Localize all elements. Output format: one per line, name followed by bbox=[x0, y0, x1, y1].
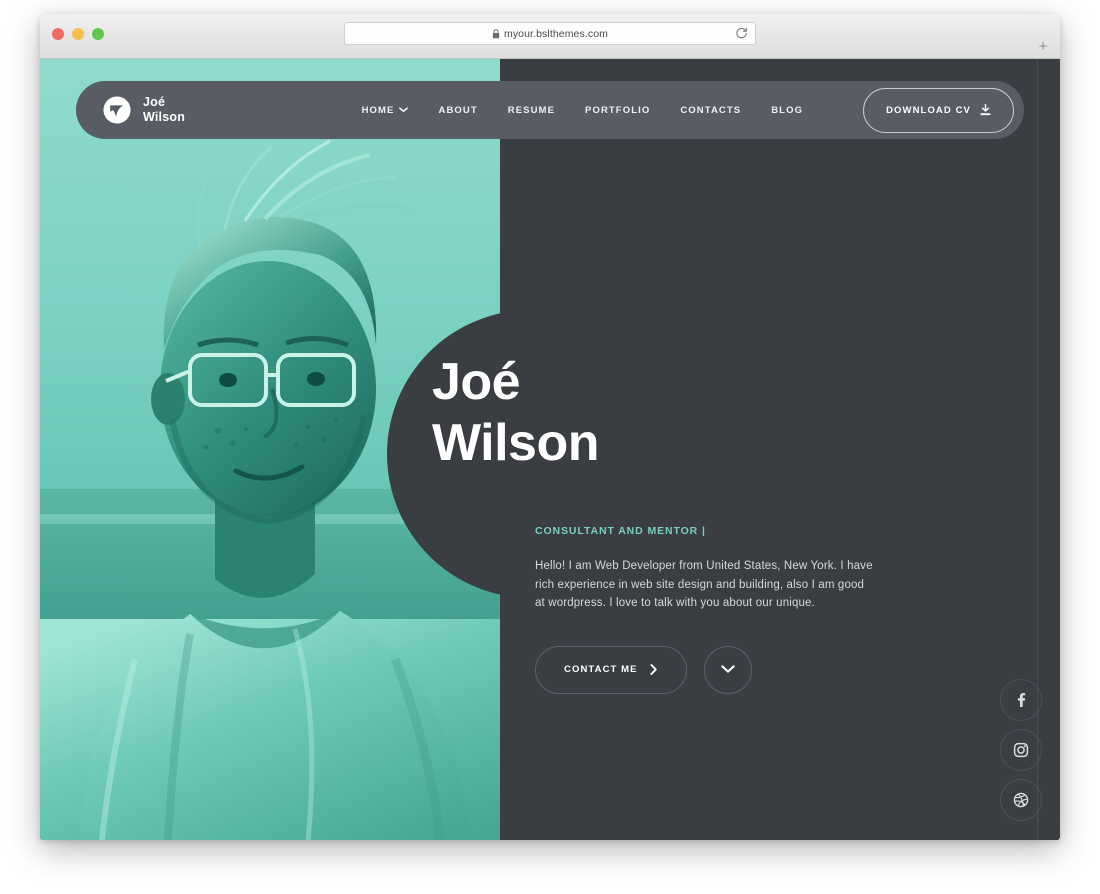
brand-swoosh-logo-icon bbox=[103, 96, 131, 124]
nav-item-portfolio[interactable]: PORTFOLIO bbox=[585, 105, 650, 116]
brand[interactable]: Joé Wilson bbox=[102, 95, 185, 125]
nav-links: HOME ABOUT RESUME PORTFOLIO CONTACTS BLO… bbox=[362, 87, 1024, 133]
chevron-down-icon bbox=[720, 665, 735, 673]
hero-name: Joé Wilson bbox=[432, 353, 599, 473]
nav-item-home[interactable]: HOME bbox=[362, 105, 409, 116]
lock-icon bbox=[492, 28, 500, 38]
hero-info: CONSULTANT AND MENTOR | Hello! I am Web … bbox=[535, 525, 875, 694]
nav-item-about[interactable]: ABOUT bbox=[438, 105, 477, 116]
url-text: myour.bslthemes.com bbox=[503, 27, 609, 40]
address-bar[interactable]: myour.bslthemes.com bbox=[344, 22, 756, 45]
contact-me-label: CONTACT ME bbox=[564, 664, 638, 675]
social-link-facebook[interactable] bbox=[1000, 679, 1042, 721]
nav-item-home-label: HOME bbox=[361, 104, 395, 116]
social-link-dribbble[interactable] bbox=[1000, 779, 1042, 821]
nav-item-resume[interactable]: RESUME bbox=[508, 105, 555, 116]
browser-window: myour.bslthemes.com + Joé Wilson HOME AB… bbox=[40, 14, 1060, 840]
brand-name: Joé Wilson bbox=[143, 95, 186, 124]
hero-description: Hello! I am Web Developer from United St… bbox=[535, 560, 873, 609]
download-cv-label: DOWNLOAD CV bbox=[886, 104, 971, 116]
hero-subtitle: CONSULTANT AND MENTOR | bbox=[535, 525, 706, 537]
page-viewport: Joé Wilson HOME ABOUT RESUME PORTFOLIO C… bbox=[40, 59, 1060, 840]
social-link-instagram[interactable] bbox=[1000, 729, 1042, 771]
nav-item-contacts[interactable]: CONTACTS bbox=[680, 105, 741, 116]
minimize-window-button[interactable] bbox=[72, 28, 84, 40]
chevron-down-icon bbox=[399, 107, 409, 113]
download-cv-button[interactable]: DOWNLOAD CV bbox=[863, 87, 1014, 133]
dribbble-icon bbox=[1013, 792, 1029, 808]
reload-icon[interactable] bbox=[735, 27, 748, 40]
contact-me-button[interactable]: CONTACT ME bbox=[535, 645, 687, 694]
chevron-right-icon bbox=[650, 664, 657, 675]
address-bar-content: myour.bslthemes.com bbox=[492, 28, 608, 40]
close-window-button[interactable] bbox=[52, 28, 64, 40]
new-tab-button[interactable]: + bbox=[1036, 39, 1050, 54]
social-links-rail bbox=[1000, 679, 1042, 821]
facebook-icon bbox=[1017, 693, 1026, 707]
download-icon bbox=[980, 104, 991, 116]
browser-titlebar: myour.bslthemes.com + bbox=[40, 14, 1060, 59]
window-controls bbox=[52, 28, 104, 40]
hero-actions: CONTACT ME bbox=[535, 645, 875, 694]
instagram-icon bbox=[1013, 742, 1029, 758]
site-navbar: Joé Wilson HOME ABOUT RESUME PORTFOLIO C… bbox=[76, 81, 1024, 139]
nav-item-blog[interactable]: BLOG bbox=[771, 105, 803, 116]
scroll-down-button[interactable] bbox=[703, 645, 752, 694]
zoom-window-button[interactable] bbox=[92, 28, 104, 40]
